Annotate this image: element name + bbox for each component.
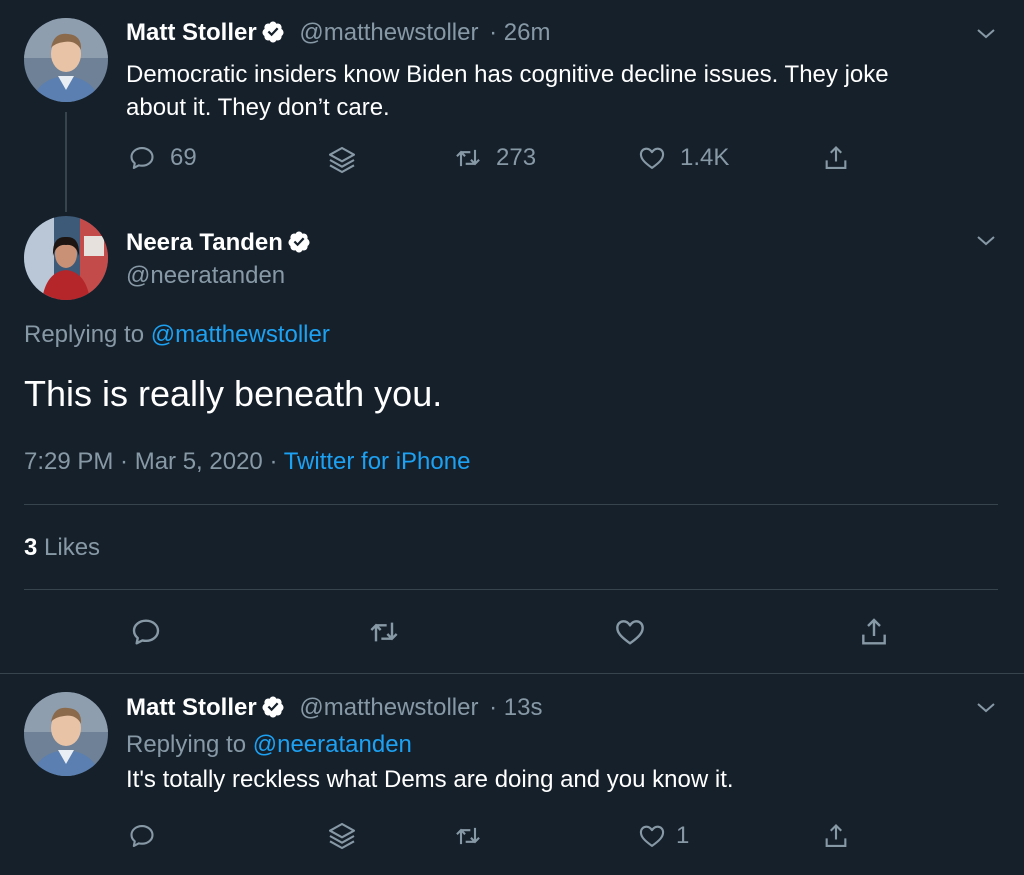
retweet-icon xyxy=(370,622,398,642)
author-name[interactable]: Neera Tanden xyxy=(126,229,283,256)
replying-to: Replying to @matthewstoller xyxy=(24,321,330,349)
retweet-icon xyxy=(456,149,480,167)
verified-badge-icon xyxy=(288,231,310,253)
chevron-down-icon[interactable] xyxy=(974,22,998,46)
tweet-meta: 7:29 PM · Mar 5, 2020 · Twitter for iPho… xyxy=(24,448,470,476)
reply-button[interactable] xyxy=(130,616,162,648)
thread-line xyxy=(65,112,67,212)
share-icon xyxy=(825,824,847,847)
reply-icon xyxy=(130,147,154,169)
reply-button[interactable]: 69 xyxy=(128,144,197,172)
like-button[interactable] xyxy=(614,616,646,648)
replying-to: Replying to @neeratanden xyxy=(126,731,412,759)
avatar[interactable] xyxy=(24,692,108,776)
verified-badge-icon xyxy=(262,696,284,718)
heart-icon xyxy=(616,620,644,645)
verified-badge-icon xyxy=(262,21,284,43)
share-button[interactable] xyxy=(822,144,850,172)
tweet-time[interactable]: · 13s xyxy=(489,694,542,721)
tweet-time[interactable]: · 26m xyxy=(489,19,550,46)
divider xyxy=(0,673,1024,674)
author-name[interactable]: Matt Stoller xyxy=(126,694,257,721)
tweet-text: It's totally reckless what Dems are doin… xyxy=(126,766,734,793)
likes-label: Likes xyxy=(44,534,101,561)
retweet-count: 273 xyxy=(496,144,537,171)
retweet-button[interactable] xyxy=(368,616,400,648)
tweet-text-line: about it. They don’t care. xyxy=(126,94,390,121)
like-count: 1 xyxy=(676,822,690,849)
share-icon xyxy=(862,618,886,645)
layers-icon xyxy=(328,146,356,174)
share-button[interactable] xyxy=(822,822,850,850)
avatar[interactable] xyxy=(24,216,108,300)
divider xyxy=(24,504,998,505)
tweet-text: Democratic insiders know Biden has cogni… xyxy=(126,58,889,124)
likes-summary[interactable]: 3 Likes xyxy=(24,534,100,562)
retweet-button[interactable]: 273 xyxy=(454,144,536,172)
reply-count: 69 xyxy=(170,144,197,171)
stack-button[interactable] xyxy=(326,820,358,852)
heart-icon xyxy=(639,147,665,169)
retweet-icon xyxy=(456,827,480,845)
reply-icon xyxy=(132,619,160,645)
layers-icon xyxy=(328,822,356,850)
like-count: 1.4K xyxy=(680,144,730,171)
replying-label: Replying to xyxy=(126,731,247,758)
share-button[interactable] xyxy=(858,616,890,648)
reply-button[interactable] xyxy=(128,822,156,850)
divider xyxy=(24,589,998,590)
replying-to-link[interactable]: @neeratanden xyxy=(253,731,412,758)
tweet-timestamp[interactable]: 7:29 PM · Mar 5, 2020 · xyxy=(24,448,277,475)
author-handle[interactable]: @matthewstoller xyxy=(299,694,478,721)
tweet-text-line: Democratic insiders know Biden has cogni… xyxy=(126,61,889,88)
stack-button[interactable] xyxy=(326,144,358,176)
like-button[interactable]: 1.4K xyxy=(638,144,729,172)
likes-count: 3 xyxy=(24,534,38,561)
avatar[interactable] xyxy=(24,18,108,102)
tweet-text: This is really beneath you. xyxy=(24,373,443,414)
chevron-down-icon[interactable] xyxy=(974,229,998,253)
heart-icon xyxy=(639,825,665,847)
author-handle[interactable]: @neeratanden xyxy=(126,262,285,290)
share-icon xyxy=(825,146,847,169)
replying-label: Replying to xyxy=(24,321,145,348)
chevron-down-icon[interactable] xyxy=(974,696,998,720)
author-name[interactable]: Matt Stoller xyxy=(126,19,257,46)
reply-icon xyxy=(130,825,154,847)
author-handle[interactable]: @matthewstoller xyxy=(299,19,478,46)
retweet-button[interactable] xyxy=(454,822,482,850)
replying-to-link[interactable]: @matthewstoller xyxy=(151,321,330,348)
like-button[interactable]: 1 xyxy=(638,822,689,850)
tweet-source-link[interactable]: Twitter for iPhone xyxy=(284,448,471,475)
